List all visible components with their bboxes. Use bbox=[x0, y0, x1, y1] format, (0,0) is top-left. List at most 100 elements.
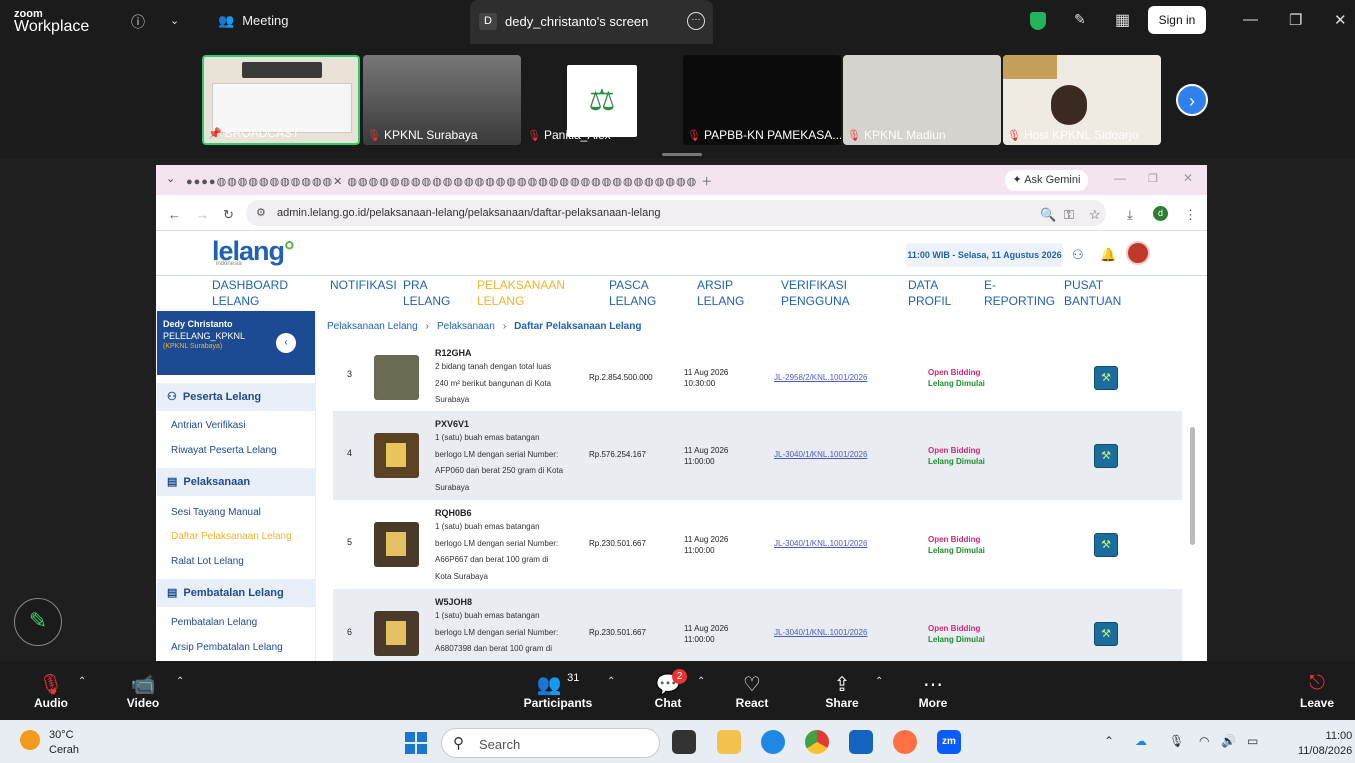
taskbar-clock[interactable]: 11:00 11/08/2026 bbox=[1298, 729, 1352, 759]
participant-tile[interactable]: 🎙 KPKNL Madiun bbox=[843, 55, 1001, 145]
lot-link[interactable]: JL-2958/2/KNL.1001/2026 bbox=[774, 373, 867, 382]
tray-mic-icon[interactable]: 🎙 bbox=[1169, 734, 1184, 748]
breadcrumb-item[interactable]: Pelaksanaan bbox=[437, 321, 495, 332]
more-options-icon[interactable]: ··· bbox=[687, 12, 705, 30]
browser-minimize-icon[interactable]: — bbox=[1114, 171, 1126, 185]
ask-gemini-button[interactable]: ✦ Ask Gemini bbox=[1005, 170, 1088, 191]
reload-icon[interactable]: ↻ bbox=[223, 207, 234, 223]
firefox-icon[interactable] bbox=[893, 730, 917, 754]
tray-expand-icon[interactable]: ⌃ bbox=[1104, 734, 1114, 748]
gavel-action-icon[interactable]: ⚒ bbox=[1094, 533, 1118, 557]
annotate-pencil-icon[interactable]: ✎ bbox=[14, 598, 62, 646]
meeting-tab[interactable]: 👥 Meeting bbox=[218, 13, 288, 29]
video-caret-icon[interactable]: ⌃ bbox=[176, 676, 184, 687]
url-text[interactable]: admin.lelang.go.id/pelaksanaan-lelang/pe… bbox=[277, 207, 660, 219]
zoom-icon[interactable]: 🔍 bbox=[1040, 207, 1056, 223]
sidebar-collapse-icon[interactable]: ‹ bbox=[276, 333, 296, 353]
gavel-action-icon[interactable]: ⚒ bbox=[1094, 444, 1118, 468]
chevron-down-icon[interactable]: ⌄ bbox=[170, 14, 179, 27]
nav-notifikasi[interactable]: NOTIFIKASI bbox=[330, 277, 397, 293]
react-button[interactable]: ♡ React bbox=[717, 672, 787, 710]
lot-thumbnail[interactable] bbox=[374, 611, 419, 656]
nav-arsip-lelang[interactable]: ARSIP LELANG bbox=[697, 277, 744, 309]
nav-pra-lelang[interactable]: PRA LELANG bbox=[403, 277, 450, 309]
apps-grid-icon[interactable]: ▦ bbox=[1115, 10, 1130, 30]
volume-icon[interactable]: 🔊 bbox=[1221, 734, 1236, 748]
nav-pusat-bantuan[interactable]: PUSAT BANTUAN bbox=[1064, 277, 1121, 309]
sidebar-section-pelaksanaan[interactable]: ▤ Pelaksanaan bbox=[157, 468, 315, 496]
video-button[interactable]: 📹 Video ⌃ bbox=[108, 672, 185, 710]
sidebar-item-pembatalan[interactable]: Pembatalan Lelang bbox=[171, 617, 257, 628]
breadcrumb-item[interactable]: Pelaksanaan Lelang bbox=[327, 321, 418, 332]
nav-verifikasi-pengguna[interactable]: VERIFIKASI PENGGUNA bbox=[781, 277, 850, 309]
participants-button[interactable]: 👥 31 Participants ⌃ bbox=[523, 672, 616, 710]
sidebar-item-antrian-verifikasi[interactable]: Antrian Verifikasi bbox=[171, 420, 245, 431]
password-key-icon[interactable]: ⚿ bbox=[1064, 207, 1074, 223]
tab-search-icon[interactable]: ⌄ bbox=[166, 172, 175, 185]
store-icon[interactable] bbox=[849, 730, 873, 754]
close-icon[interactable]: ✕ bbox=[1334, 11, 1347, 29]
tab-favicons[interactable]: ●●●●◍◍◍◍◍◍◍◍◍◍◍✕ ◍◍◍◍◍◍◍◍◍◍◍◍◍◍◍◍◍◍◍◍◍◍◍… bbox=[186, 173, 713, 189]
onedrive-icon[interactable]: ☁ bbox=[1135, 734, 1147, 748]
weather-widget[interactable]: 30°C Cerah bbox=[49, 728, 79, 758]
gavel-action-icon[interactable]: ⚒ bbox=[1094, 622, 1118, 646]
task-view-icon[interactable] bbox=[672, 730, 696, 754]
site-info-icon[interactable]: ⚙ bbox=[256, 206, 266, 219]
sidebar-section-peserta[interactable]: ⚇ Peserta Lelang bbox=[157, 383, 315, 411]
users-icon[interactable]: ⚇ bbox=[1072, 247, 1084, 263]
wifi-icon[interactable]: ◠ bbox=[1199, 734, 1209, 748]
share-button[interactable]: ⇪ Share ⌃ bbox=[807, 672, 883, 710]
participant-tile[interactable]: ⚖ 🎙 Panitia_Alex bbox=[523, 55, 681, 145]
browser-close-icon[interactable]: ✕ bbox=[1183, 171, 1193, 185]
leave-button[interactable]: ⎋ Leave bbox=[1282, 672, 1352, 710]
notification-bell-icon[interactable]: 🔔 bbox=[1100, 247, 1116, 263]
lot-link[interactable]: JL-3040/1/KNL.1001/2026 bbox=[774, 450, 867, 459]
edge-icon[interactable] bbox=[761, 730, 785, 754]
sidebar-item-ralat-lot[interactable]: Ralat Lot Lelang bbox=[171, 556, 244, 567]
participant-tile[interactable]: 🎙 Host KPKNL Sidoarjo bbox=[1003, 55, 1161, 145]
nav-dashboard-lelang[interactable]: DASHBOARD LELANG bbox=[212, 277, 288, 309]
nav-e-reporting[interactable]: E- REPORTING bbox=[984, 277, 1055, 309]
participants-caret-icon[interactable]: ⌃ bbox=[607, 676, 615, 687]
sidebar-section-pembatalan[interactable]: ▤ Pembatalan Lelang bbox=[157, 579, 315, 607]
lot-thumbnail[interactable] bbox=[374, 433, 419, 478]
sidebar-item-riwayat-peserta[interactable]: Riwayat Peserta Lelang bbox=[171, 445, 277, 456]
taskbar-search[interactable]: ⚲ Search bbox=[441, 728, 660, 758]
share-caret-icon[interactable]: ⌃ bbox=[875, 676, 883, 687]
info-icon[interactable]: ⓘ bbox=[131, 12, 145, 32]
browser-menu-icon[interactable]: ⋮ bbox=[1184, 207, 1197, 223]
participant-tile[interactable]: 📌 BROADCAST bbox=[202, 55, 360, 145]
sidebar-item-sesi-tayang[interactable]: Sesi Tayang Manual bbox=[171, 507, 261, 518]
scrollbar-thumb[interactable] bbox=[1190, 427, 1195, 545]
weather-sun-icon[interactable] bbox=[20, 730, 40, 750]
chat-caret-icon[interactable]: ⌃ bbox=[697, 676, 705, 687]
profile-avatar[interactable]: d bbox=[1153, 206, 1168, 221]
battery-icon[interactable]: ▭ bbox=[1247, 734, 1258, 748]
participant-tile[interactable]: 🎙 PAPBB-KN PAMEKASA... bbox=[683, 55, 841, 145]
security-shield-icon[interactable] bbox=[1030, 12, 1046, 30]
nav-pelaksanaan-lelang[interactable]: PELAKSANAAN LELANG bbox=[477, 277, 565, 309]
forward-icon[interactable]: → bbox=[196, 207, 209, 222]
browser-restore-icon[interactable]: ❐ bbox=[1148, 172, 1158, 185]
download-icon[interactable]: ⤓ bbox=[1127, 207, 1133, 223]
annotate-icon[interactable]: ✎ bbox=[1074, 11, 1086, 28]
windows-start-icon[interactable] bbox=[405, 732, 427, 754]
file-explorer-icon[interactable] bbox=[717, 730, 741, 754]
user-avatar[interactable] bbox=[1126, 241, 1150, 265]
chrome-icon[interactable] bbox=[805, 730, 829, 754]
next-page-icon[interactable]: › bbox=[1176, 84, 1208, 116]
signin-button[interactable]: Sign in bbox=[1148, 6, 1206, 34]
lot-thumbnail[interactable] bbox=[374, 355, 419, 400]
gavel-action-icon[interactable]: ⚒ bbox=[1094, 366, 1118, 390]
back-icon[interactable]: ← bbox=[168, 207, 181, 222]
lot-link[interactable]: JL-3040/1/KNL.1001/2026 bbox=[774, 539, 867, 548]
minimize-icon[interactable]: — bbox=[1243, 11, 1258, 28]
lot-link[interactable]: JL-3040/1/KNL.1001/2026 bbox=[774, 628, 867, 637]
table-scrollbar[interactable] bbox=[1190, 341, 1195, 661]
zoom-app-icon[interactable]: zm bbox=[937, 730, 961, 754]
more-button[interactable]: ⋯ More bbox=[898, 672, 968, 710]
audio-caret-icon[interactable]: ⌃ bbox=[78, 676, 86, 687]
nav-data-profil[interactable]: DATA PROFIL bbox=[908, 277, 951, 309]
sidebar-item-arsip-pembatalan[interactable]: Arsip Pembatalan Lelang bbox=[171, 642, 283, 653]
nav-pasca-lelang[interactable]: PASCA LELANG bbox=[609, 277, 656, 309]
